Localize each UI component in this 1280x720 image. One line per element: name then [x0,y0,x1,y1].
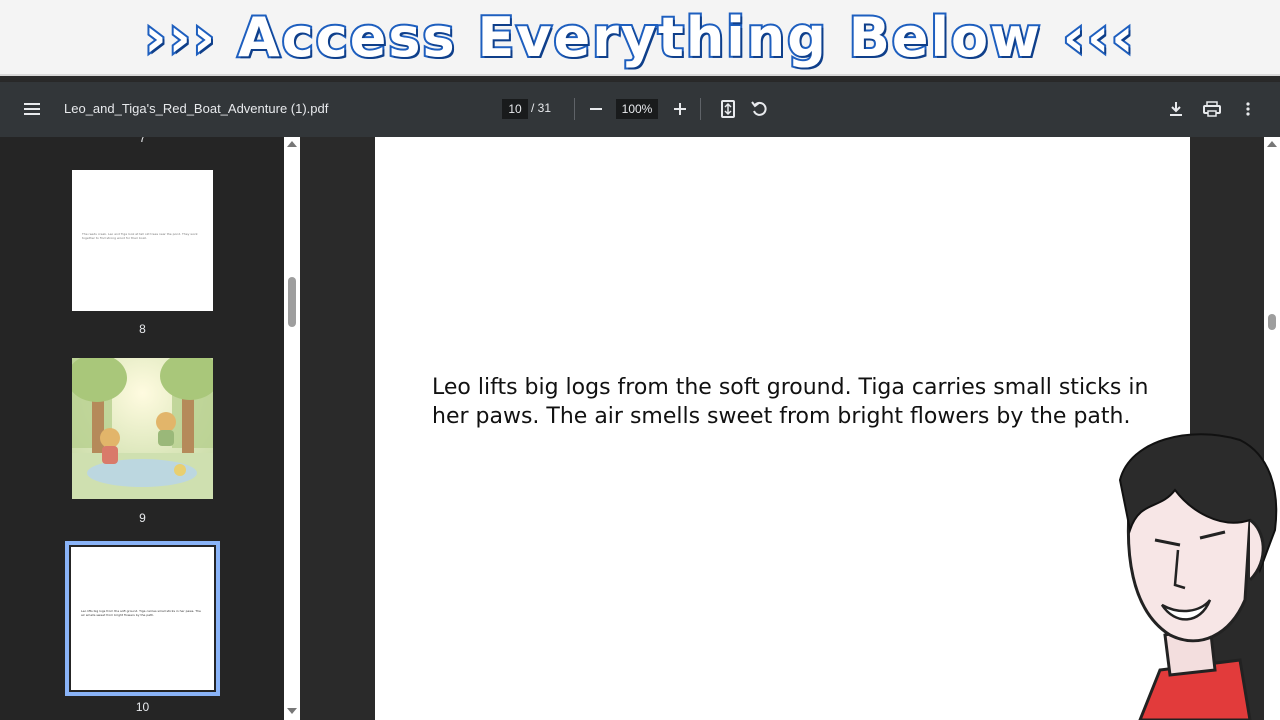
thumbnail-page-10[interactable]: Leo lifts big logs from the soft ground.… [65,541,220,696]
sidebar-scrollbar[interactable] [284,137,300,720]
minus-icon[interactable] [580,93,612,125]
page-body-text: Leo lifts big logs from the soft ground.… [432,375,1149,429]
rotate-icon[interactable] [744,93,776,125]
pdf-toolbar: Leo_and_Tiga's_Red_Boat_Adventure (1).pd… [0,82,1280,137]
page-number-input[interactable]: 10 [502,99,528,119]
promo-banner: ››› Access Everything Below ‹‹‹ [0,0,1280,76]
sidebar-scroll-thumb[interactable] [288,277,296,327]
thumbnail-label: 9 [139,511,146,525]
streamer-avatar [1118,433,1278,720]
document-title: Leo_and_Tiga's_Red_Boat_Adventure (1).pd… [64,101,329,116]
print-icon[interactable] [1196,93,1228,125]
thumbnail-page-9[interactable] [72,358,213,499]
thumbnail-text: The reeds creak. Leo and Tiga look at ta… [82,232,198,240]
pdf-page: Leo lifts big logs from the soft ground.… [375,137,1190,720]
thumbnail-label: 7 [139,137,146,145]
viewer-scroll-thumb[interactable] [1268,314,1276,330]
toolbar-divider [574,98,575,120]
thumbnail-label: 8 [139,322,146,336]
thumbnail-sidebar: 7 The reeds creak. Leo and Tiga look at … [0,137,300,720]
scroll-up-arrow-icon[interactable] [287,141,297,147]
thumbnail-text: Leo lifts big logs from the soft ground.… [81,609,201,617]
menu-icon[interactable] [16,93,48,125]
toolbar-divider [700,98,701,120]
thumbnail-page-8[interactable]: The reeds creak. Leo and Tiga look at ta… [72,170,213,311]
page-total: / 31 [531,101,552,115]
thumbnail-label: 10 [135,700,150,714]
download-icon[interactable] [1160,93,1192,125]
zoom-input[interactable]: 100% [616,99,658,119]
fit-page-icon[interactable] [712,93,744,125]
more-vert-icon[interactable] [1232,93,1264,125]
forest-illustration [72,358,213,499]
plus-icon[interactable] [664,93,696,125]
scroll-up-arrow-icon[interactable] [1267,141,1277,147]
scroll-down-arrow-icon[interactable] [287,708,297,714]
banner-text: ››› Access Everything Below ‹‹‹ [142,4,1136,71]
